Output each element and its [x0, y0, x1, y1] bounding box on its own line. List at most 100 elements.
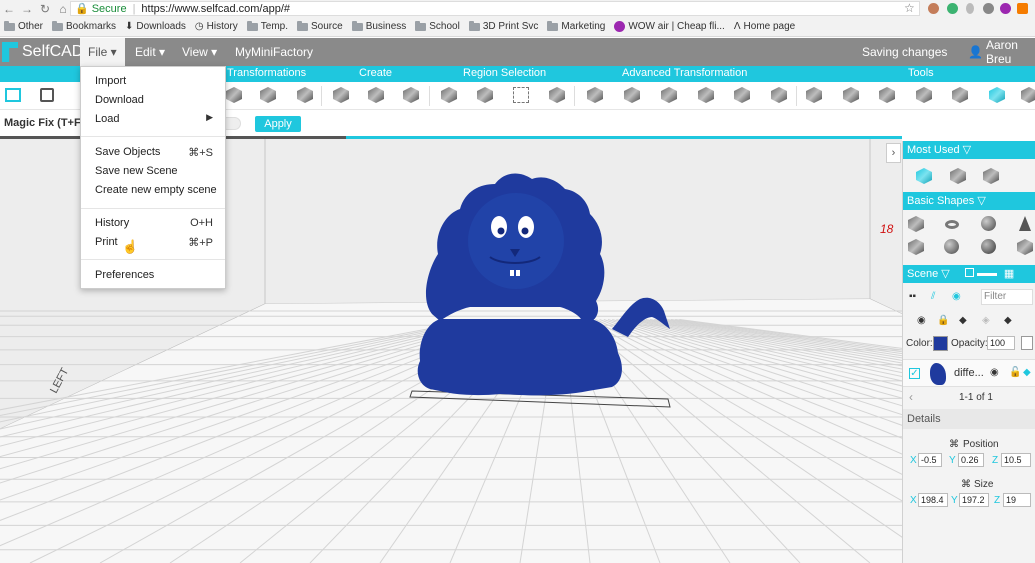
prev-page-icon[interactable]: ‹ [909, 390, 913, 404]
collapse-panel-button[interactable]: › [886, 143, 901, 163]
pos-z-input[interactable]: 10.5 [1001, 453, 1031, 467]
search-tool-icon[interactable] [40, 86, 58, 104]
extension-icon-3[interactable] [1000, 3, 1011, 14]
object-cube-icon[interactable]: ◆ [1023, 367, 1031, 378]
most-used-header[interactable]: Most Used ▽ [903, 141, 1035, 159]
transform-tool-icon[interactable] [225, 86, 243, 104]
extension-icon[interactable] [928, 3, 939, 14]
category-create[interactable]: Create [359, 67, 392, 79]
shape-dodecahedron-icon[interactable] [1016, 238, 1034, 256]
region-select-tool-icon[interactable] [476, 86, 494, 104]
basic-shapes-header[interactable]: Basic Shapes ▽ [903, 192, 1035, 210]
tools-tool-icon[interactable] [951, 86, 969, 104]
bookmark-item[interactable]: ◷ History [195, 21, 238, 32]
object-lock-icon[interactable]: 🔓 [1009, 367, 1021, 378]
opacity-input[interactable]: 100 [987, 336, 1015, 350]
scene-hide-icon[interactable]: ⫽ [931, 291, 935, 302]
shape-cube-icon[interactable] [907, 215, 925, 233]
scene-object-row[interactable]: ✓ diffe... ◉ 🔓 ◆ [903, 359, 1035, 387]
visibility-icon[interactable]: ◉ [917, 315, 926, 326]
menu-item-load[interactable]: Load [95, 113, 119, 125]
tools-tool-icon[interactable] [988, 86, 1006, 104]
bookmark-item[interactable]: Temp. [246, 20, 288, 32]
size-x-input[interactable]: 198.4 [918, 493, 948, 507]
object-visibility-icon[interactable]: ◉ [990, 367, 999, 378]
tools-tool-icon[interactable] [1020, 86, 1035, 104]
extension-icon-2[interactable] [983, 3, 994, 14]
extension-icon-4[interactable] [1017, 3, 1028, 14]
bookmark-item[interactable]: School [415, 20, 460, 32]
wireframe-icon[interactable]: ◈ [982, 315, 990, 326]
shape-polyhedron-icon[interactable] [980, 238, 998, 256]
most-used-cube-icon[interactable] [982, 167, 1000, 185]
category-tools[interactable]: Tools [908, 67, 934, 79]
shape-cone-icon[interactable] [1016, 215, 1034, 233]
advanced-tool-icon[interactable] [660, 86, 678, 104]
transform-tool-icon[interactable] [296, 86, 314, 104]
menu-item-history[interactable]: History [95, 217, 129, 229]
scene-group-icon[interactable]: ▪▪ [909, 291, 916, 302]
bookmark-item[interactable]: Source [297, 20, 343, 32]
shape-spheres-icon[interactable] [943, 238, 961, 256]
forward-icon[interactable]: → [18, 2, 36, 16]
grammarly-icon[interactable] [947, 3, 958, 14]
bookmark-item[interactable]: ⬇ Downloads [125, 21, 186, 32]
size-y-input[interactable]: 197.2 [959, 493, 989, 507]
solid-icon[interactable]: ◆ [1004, 315, 1012, 326]
category-transformations[interactable]: Transformations [227, 67, 306, 79]
menu-item-save-objects[interactable]: Save Objects [95, 146, 160, 158]
opacity-mode-icon[interactable] [1021, 336, 1033, 350]
scene-toggle-icon[interactable] [964, 268, 974, 277]
grid-view-icon[interactable]: ▦ [1004, 268, 1014, 280]
details-header[interactable]: Details [903, 409, 1035, 429]
bookmark-item[interactable]: 3D Print Svc [468, 20, 538, 32]
tools-tool-icon[interactable] [805, 86, 823, 104]
menu-edit[interactable]: Edit ▾ [127, 38, 173, 66]
menu-item-download[interactable]: Download [95, 94, 144, 106]
object-name[interactable]: diffe... [954, 367, 984, 379]
back-icon[interactable]: ← [0, 2, 18, 16]
menu-item-print[interactable]: Print [95, 236, 118, 248]
object-checkbox[interactable]: ✓ [909, 368, 920, 379]
menu-myminifactory[interactable]: MyMiniFactory [227, 38, 321, 66]
selfcad-logo[interactable]: SelfCAD [0, 38, 83, 66]
apply-button[interactable]: Apply [255, 116, 301, 132]
shape-torus-icon[interactable] [943, 215, 961, 233]
bookmark-star-icon[interactable]: ☆ [904, 1, 915, 15]
region-select-tool-icon[interactable] [512, 86, 530, 104]
menu-file[interactable]: File ▾ [80, 38, 125, 66]
bookmark-item[interactable]: Marketing [547, 20, 605, 32]
create-tool-icon[interactable] [367, 86, 385, 104]
extension-r-icon[interactable] [966, 3, 974, 14]
create-tool-icon[interactable] [402, 86, 420, 104]
most-used-cube-icon[interactable] [915, 167, 933, 185]
address-bar[interactable]: 🔒 Secure | https://www.selfcad.com/app/# [70, 1, 920, 16]
user-menu[interactable]: 👤 Aaron Breu [968, 38, 1035, 66]
size-z-input[interactable]: 19 [1003, 493, 1031, 507]
bookmark-item[interactable]: Other [4, 20, 43, 32]
bookmark-item[interactable]: Λ Home page [734, 21, 795, 32]
region-select-tool-icon[interactable] [548, 86, 566, 104]
advanced-tool-icon[interactable] [770, 86, 788, 104]
pos-y-input[interactable]: 0.26 [958, 453, 984, 467]
most-used-cube-icon[interactable] [949, 167, 967, 185]
create-tool-icon[interactable] [332, 86, 350, 104]
transform-tool-icon[interactable] [259, 86, 277, 104]
bookmark-item[interactable]: WOW air | Cheap fli... [614, 21, 725, 32]
lock-icon[interactable]: 🔒 [937, 315, 949, 326]
object-cube-icon[interactable]: ◆ [959, 315, 967, 326]
advanced-tool-icon[interactable] [733, 86, 751, 104]
scene-header[interactable]: Scene ▽ ▦ [903, 265, 1035, 283]
menu-view[interactable]: View ▾ [174, 38, 225, 66]
import-tool-icon[interactable] [5, 86, 23, 104]
category-advanced-transformation[interactable]: Advanced Transformation [622, 67, 747, 79]
category-region-selection[interactable]: Region Selection [463, 67, 546, 79]
region-select-tool-icon[interactable] [440, 86, 458, 104]
advanced-tool-icon[interactable] [623, 86, 641, 104]
tools-tool-icon[interactable] [878, 86, 896, 104]
bookmark-item[interactable]: Bookmarks [52, 20, 116, 32]
pos-x-input[interactable]: -0.5 [918, 453, 942, 467]
color-swatch[interactable] [933, 336, 948, 351]
advanced-tool-icon[interactable] [697, 86, 715, 104]
menu-item-create-empty-scene[interactable]: Create new empty scene [95, 184, 217, 196]
